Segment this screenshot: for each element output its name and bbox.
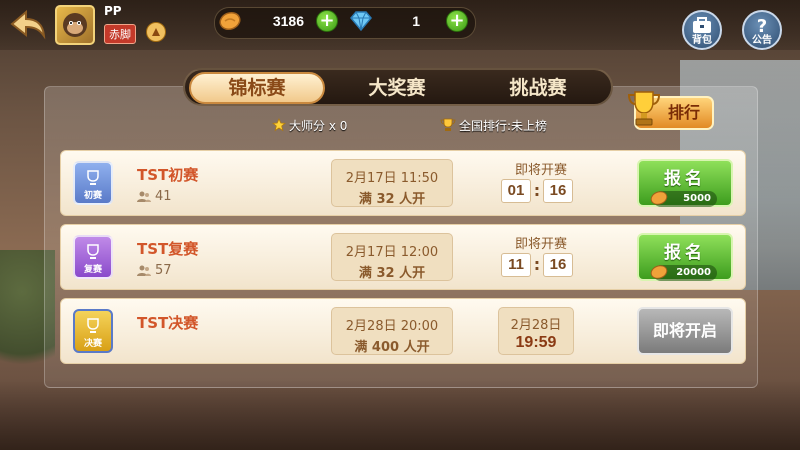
bean-icon	[219, 11, 241, 31]
players-icon	[137, 265, 151, 276]
countdown-label: 即将开赛	[514, 163, 567, 178]
trophy-card-icon	[87, 170, 99, 185]
countdown-seconds: 16	[543, 253, 573, 277]
entry-fee: 20000	[650, 265, 717, 281]
username: PP	[104, 4, 122, 18]
master-points: 大师分 x 0	[272, 116, 347, 134]
countdown-seconds: 16	[543, 179, 573, 203]
match-date: 2月28日 20:00	[345, 319, 439, 334]
countdown-minutes: 11	[501, 253, 531, 277]
tab-challenge[interactable]: 挑战赛	[469, 72, 607, 104]
entry-fee: 5000	[650, 191, 717, 207]
match-card-preliminary: 初赛	[73, 161, 113, 205]
add-diamonds-button[interactable]: +	[446, 10, 468, 32]
countdown-minutes: 01	[501, 179, 531, 203]
match-time-box: 2月17日 11:50 满 32 人开	[331, 159, 453, 207]
leaderboard-label: 排行	[667, 103, 700, 122]
title-badge: 赤脚	[104, 24, 136, 44]
match-card-final: 决赛	[73, 309, 113, 353]
diamond-count: 1	[412, 13, 420, 29]
match-condition: 满 400 人开	[354, 340, 430, 355]
diamond-icon	[350, 11, 372, 32]
signup-label: 报名	[664, 169, 706, 189]
rank-icon	[146, 22, 166, 42]
match-row-second-round: 复赛 TST复赛 57 2月17日 12:00 满 32 人开 即将开赛 11 …	[60, 224, 746, 290]
match-condition: 满 32 人开	[358, 192, 426, 207]
national-rank-text: 全国排行:未上榜	[459, 118, 548, 133]
match-card-second-round: 复赛	[73, 235, 113, 279]
match-date: 2月17日 11:50	[345, 171, 439, 186]
bag-label: 背包	[692, 35, 712, 46]
bean-icon	[650, 265, 668, 279]
countdown-label: 即将开赛	[514, 237, 567, 252]
match-condition: 满 32 人开	[358, 266, 426, 281]
match-name: TST决赛	[137, 314, 199, 332]
tab-grand-prize[interactable]: 大奖赛	[331, 72, 463, 104]
master-points-text: 大师分 x 0	[289, 118, 348, 133]
add-beans-button[interactable]: +	[316, 10, 338, 32]
final-start-box: 2月28日 19:59	[498, 307, 574, 355]
back-button[interactable]	[8, 8, 48, 42]
bean-count: 3186	[272, 13, 304, 29]
trophy-card-icon	[87, 244, 99, 259]
countdown-colon: :	[533, 255, 541, 274]
avatar[interactable]	[55, 5, 95, 45]
signup-button[interactable]: 报名 20000	[637, 233, 733, 281]
coming-soon-button[interactable]: 即将开启	[637, 307, 733, 355]
bag-button[interactable]: 背包	[682, 10, 722, 50]
match-time-box: 2月28日 20:00 满 400 人开	[331, 307, 453, 355]
match-date: 2月17日 12:00	[345, 245, 439, 260]
background-floor	[0, 380, 800, 450]
notice-label: 公告	[752, 35, 772, 46]
players-icon	[137, 191, 151, 202]
bean-icon	[650, 191, 668, 205]
back-arrow-icon	[10, 9, 46, 40]
trophy-small-icon	[440, 118, 456, 131]
tab-bar: 锦标赛 大奖赛 挑战赛	[183, 68, 613, 106]
player-count: 57	[137, 263, 172, 278]
match-time-box: 2月17日 12:00 满 32 人开	[331, 233, 453, 281]
final-start-time: 19:59	[515, 334, 557, 351]
ape-avatar-icon	[63, 13, 87, 37]
countdown-colon: :	[533, 181, 541, 200]
trophy-icon	[627, 91, 661, 126]
trophy-card-icon	[87, 318, 99, 333]
national-rank: 全国排行:未上榜	[440, 116, 547, 134]
match-row-preliminary: 初赛 TST初赛 41 2月17日 11:50 满 32 人开 即将开赛 01 …	[60, 150, 746, 216]
final-start-date: 2月28日	[510, 318, 562, 333]
signup-button[interactable]: 报名 5000	[637, 159, 733, 207]
notice-button[interactable]: ? 公告	[742, 10, 782, 50]
match-name: TST复赛	[137, 240, 199, 258]
match-name: TST初赛	[137, 166, 199, 184]
tab-championship[interactable]: 锦标赛	[189, 72, 325, 104]
player-count: 41	[137, 189, 172, 204]
star-icon	[272, 118, 286, 132]
match-row-final: 决赛 TST决赛 2月28日 20:00 满 400 人开 2月28日 19:5…	[60, 298, 746, 364]
signup-label: 报名	[664, 243, 706, 263]
